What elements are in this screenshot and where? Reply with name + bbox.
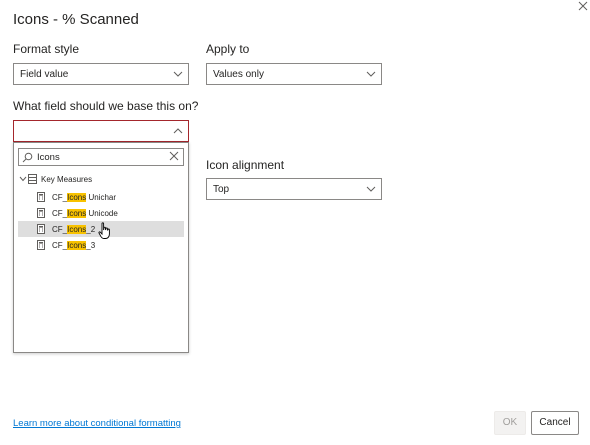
search-match-highlight: Icons xyxy=(67,241,87,250)
hand-cursor-icon xyxy=(98,222,110,239)
label-suffix: Unichar xyxy=(86,193,117,202)
chevron-down-icon xyxy=(366,186,376,192)
list-item-label: CF_Icons Unichar xyxy=(52,193,116,202)
field-search-input[interactable]: Icons xyxy=(18,148,184,166)
icon-alignment-label: Icon alignment xyxy=(206,158,285,172)
table-icon xyxy=(28,174,37,184)
search-match-highlight: Icons xyxy=(67,225,87,234)
close-icon[interactable] xyxy=(577,0,590,14)
format-style-value: Field value xyxy=(20,69,69,80)
chevron-down-icon xyxy=(19,176,27,182)
list-item[interactable]: CF_Icons Unicode xyxy=(18,205,184,221)
label-prefix: CF_ xyxy=(52,225,68,234)
base-field-dropdown[interactable] xyxy=(13,120,189,142)
chevron-down-icon xyxy=(366,71,376,77)
search-icon xyxy=(22,152,33,163)
clear-search-icon[interactable] xyxy=(169,151,179,161)
search-match-highlight: Icons xyxy=(67,209,87,218)
learn-more-link[interactable]: Learn more about conditional formatting xyxy=(13,418,181,429)
dialog-title: Icons - % Scanned xyxy=(13,11,139,28)
label-prefix: CF_ xyxy=(52,193,68,202)
apply-to-label: Apply to xyxy=(206,42,250,56)
label-suffix: Unicode xyxy=(86,209,118,218)
calculator-icon xyxy=(37,224,45,234)
calculator-icon xyxy=(37,240,45,250)
list-item-label: CF_Icons_3 xyxy=(52,241,95,250)
calculator-icon xyxy=(37,192,45,202)
calculator-icon xyxy=(37,208,45,218)
label-prefix: CF_ xyxy=(52,209,68,218)
icon-alignment-value: Top xyxy=(213,184,230,195)
icon-alignment-dropdown[interactable]: Top xyxy=(206,178,382,200)
label-suffix: _3 xyxy=(86,241,96,250)
base-field-label: What field should we base this on? xyxy=(13,99,199,113)
chevron-up-icon xyxy=(173,128,183,134)
label-suffix: _2 xyxy=(86,225,96,234)
chevron-down-icon xyxy=(173,71,183,77)
tree-group-key-measures[interactable]: Key Measures xyxy=(18,173,184,187)
label-prefix: CF_ xyxy=(52,241,68,250)
ok-button[interactable]: OK xyxy=(494,411,526,435)
apply-to-dropdown[interactable]: Values only xyxy=(206,63,382,85)
search-text: Icons xyxy=(37,152,60,163)
list-item-label: CF_Icons_2 xyxy=(52,225,95,234)
cancel-button[interactable]: Cancel xyxy=(531,411,579,435)
format-style-label: Format style xyxy=(13,42,80,56)
apply-to-value: Values only xyxy=(213,69,264,80)
search-match-highlight: Icons xyxy=(67,193,87,202)
tree-group-label: Key Measures xyxy=(41,175,93,184)
list-item[interactable]: CF_Icons Unichar xyxy=(18,189,184,205)
list-item-label: CF_Icons Unicode xyxy=(52,209,118,218)
format-style-dropdown[interactable]: Field value xyxy=(13,63,189,85)
field-picker-panel: Icons Key Measures CF_Icons Unichar CF_Ic… xyxy=(13,142,189,353)
